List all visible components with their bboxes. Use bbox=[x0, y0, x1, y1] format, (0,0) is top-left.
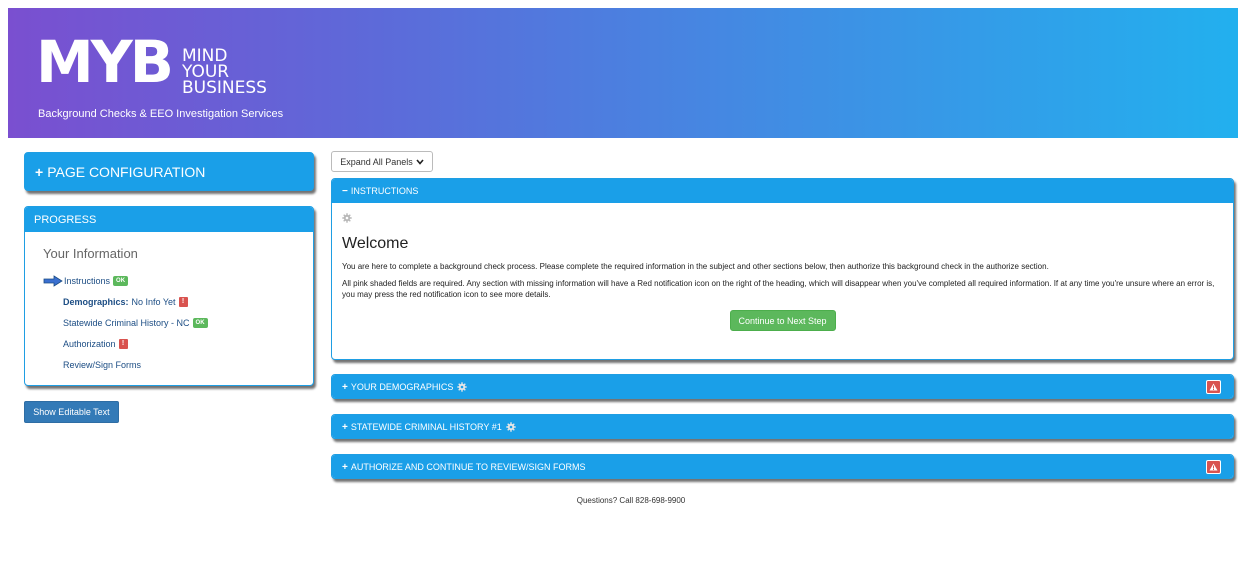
progress-item-prefix: Demographics: bbox=[63, 296, 129, 307]
expand-all-panels-label: Expand All Panels bbox=[340, 156, 413, 167]
demographics-panel-title: YOUR DEMOGRAPHICS bbox=[350, 382, 454, 392]
progress-item-label: Instructions bbox=[64, 275, 111, 286]
logo-letters: MYB bbox=[36, 28, 174, 96]
instructions-panel-title: INSTRUCTIONS bbox=[350, 186, 419, 196]
site-header: MYB MIND YOUR BUSINESS Background Checks… bbox=[8, 8, 1238, 138]
warning-notification-button[interactable] bbox=[1206, 380, 1221, 394]
progress-item-authorization[interactable]: Authorization ! bbox=[43, 333, 313, 354]
progress-item-label: Authorization bbox=[63, 338, 116, 349]
continue-to-next-step-button[interactable]: Continue to Next Step bbox=[729, 310, 836, 331]
warning-icon bbox=[1209, 383, 1218, 391]
authorize-panel-title: AUTHORIZE AND CONTINUE TO REVIEW/SIGN FO… bbox=[350, 462, 586, 472]
progress-item-label: No Info Yet bbox=[131, 296, 176, 307]
ok-badge: OK bbox=[113, 275, 129, 286]
show-editable-text-button[interactable]: Show Editable Text bbox=[24, 401, 119, 423]
progress-item-label: Statewide Criminal History - NC bbox=[63, 317, 190, 328]
chevron-down-icon bbox=[416, 158, 424, 165]
warning-icon bbox=[1209, 463, 1218, 471]
progress-item-review-sign-forms[interactable]: Review/Sign Forms bbox=[43, 354, 313, 375]
gear-icon[interactable] bbox=[342, 213, 352, 223]
instructions-paragraph-1: You are here to complete a background ch… bbox=[342, 262, 1049, 271]
demographics-panel-header[interactable]: + YOUR DEMOGRAPHICS bbox=[332, 375, 1233, 398]
logo-tagline: Background Checks & EEO Investigation Se… bbox=[38, 108, 284, 120]
progress-heading: PROGRESS bbox=[25, 207, 313, 232]
progress-item-instructions[interactable]: Instructions OK bbox=[43, 270, 313, 291]
authorize-panel[interactable]: + AUTHORIZE AND CONTINUE TO REVIEW/SIGN … bbox=[331, 454, 1234, 479]
ok-badge: OK bbox=[192, 317, 208, 328]
myb-logo: MYB MIND YOUR BUSINESS Background Checks… bbox=[32, 24, 292, 134]
progress-item-demographics[interactable]: Demographics: No Info Yet ! bbox=[43, 291, 313, 312]
plus-icon: + bbox=[342, 461, 348, 473]
plus-icon: + bbox=[342, 381, 348, 393]
plus-icon: + bbox=[342, 421, 348, 433]
criminal-history-panel-header[interactable]: + STATEWIDE CRIMINAL HISTORY #1 bbox=[332, 415, 1233, 438]
page-configuration-label: PAGE CONFIGURATION bbox=[47, 163, 206, 180]
criminal-history-panel-title: STATEWIDE CRIMINAL HISTORY #1 bbox=[350, 422, 502, 432]
authorize-panel-header[interactable]: + AUTHORIZE AND CONTINUE TO REVIEW/SIGN … bbox=[332, 455, 1233, 478]
minus-icon: − bbox=[342, 185, 348, 197]
plus-icon: + bbox=[35, 163, 44, 180]
logo-word-business: BUSINESS bbox=[182, 78, 267, 98]
welcome-heading: Welcome bbox=[342, 235, 409, 252]
footer-contact: Questions? Call 828-698-9900 bbox=[576, 496, 686, 505]
instructions-panel: − INSTRUCTIONS Welcome You are here to c… bbox=[331, 178, 1234, 360]
progress-item-label: Review/Sign Forms bbox=[63, 359, 142, 370]
statewide-criminal-history-panel[interactable]: + STATEWIDE CRIMINAL HISTORY #1 bbox=[331, 414, 1234, 439]
instructions-paragraph-2: All pink shaded fields are required. Any… bbox=[342, 279, 1215, 299]
page-configuration-toggle[interactable]: + PAGE CONFIGURATION bbox=[24, 152, 314, 191]
error-badge: ! bbox=[178, 296, 188, 307]
demographics-panel[interactable]: + YOUR DEMOGRAPHICS bbox=[331, 374, 1234, 399]
logo-words: MIND YOUR BUSINESS bbox=[182, 48, 267, 98]
gear-icon[interactable] bbox=[457, 382, 468, 392]
current-step-arrow-icon bbox=[43, 274, 63, 287]
warning-notification-button[interactable] bbox=[1206, 460, 1221, 474]
gear-icon[interactable] bbox=[506, 422, 516, 432]
error-badge: ! bbox=[118, 338, 128, 349]
progress-item-statewide-criminal-history[interactable]: Statewide Criminal History - NC OK bbox=[43, 312, 313, 333]
expand-all-panels-dropdown[interactable]: Expand All Panels bbox=[331, 151, 433, 172]
progress-section-title: Your Information bbox=[43, 246, 138, 261]
progress-panel: PROGRESS Your Information Instructions O… bbox=[24, 206, 314, 386]
instructions-panel-header[interactable]: − INSTRUCTIONS bbox=[332, 179, 1233, 203]
